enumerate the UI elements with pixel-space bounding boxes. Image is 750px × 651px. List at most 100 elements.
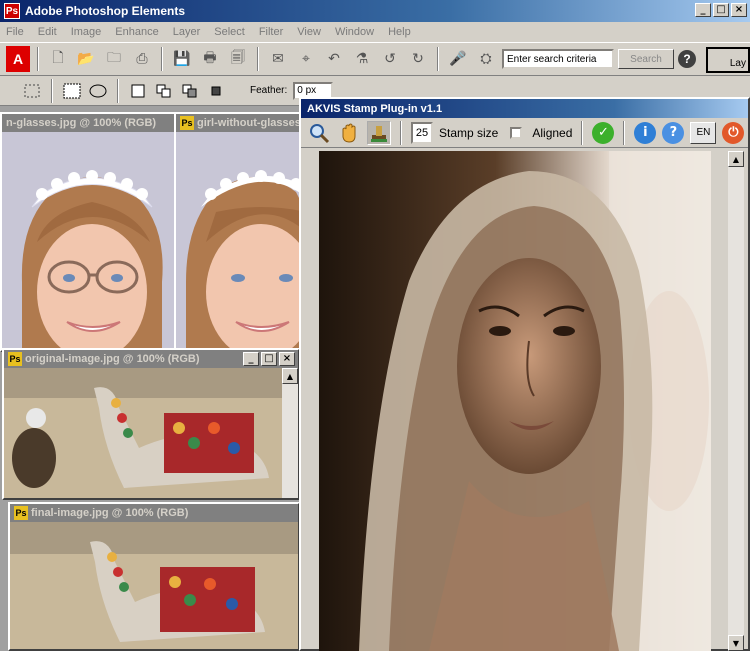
- photoshop-icon: Ps: [4, 3, 20, 19]
- document-canvas[interactable]: [2, 132, 174, 350]
- ellipse-marquee-icon[interactable]: [88, 81, 108, 101]
- layers-palette-tab[interactable]: Lay: [706, 47, 750, 73]
- document-title: n-glasses.jpg @ 100% (RGB): [6, 117, 157, 129]
- add-selection-icon[interactable]: [154, 81, 174, 101]
- menu-image[interactable]: Image: [71, 26, 102, 38]
- scroll-up-button[interactable]: ▲: [282, 368, 298, 384]
- plugin-image-canvas[interactable]: [319, 151, 711, 651]
- search-input[interactable]: [502, 49, 614, 69]
- document-window[interactable]: Ps girl-without-glasses: [174, 112, 304, 352]
- new-selection-icon[interactable]: [128, 81, 148, 101]
- akvis-plugin-window: AKVIS Stamp Plug-in v1.1 25 Stamp size A…: [299, 97, 750, 651]
- plugin-toolbar: 25 Stamp size Aligned ✓ i ? EN ⏻: [301, 118, 748, 148]
- menu-edit[interactable]: Edit: [38, 26, 57, 38]
- document-title-bar[interactable]: n-glasses.jpg @ 100% (RGB): [2, 114, 174, 132]
- marquee-tool-icon[interactable]: [22, 81, 42, 101]
- plugin-title-bar[interactable]: AKVIS Stamp Plug-in v1.1: [301, 99, 748, 118]
- aligned-label: Aligned: [532, 125, 573, 140]
- recipes-icon[interactable]: ⛭: [474, 47, 498, 71]
- minimize-button[interactable]: _: [243, 352, 259, 366]
- save-icon[interactable]: 💾: [170, 47, 194, 71]
- menu-file[interactable]: File: [6, 26, 24, 38]
- document-title-bar[interactable]: Ps girl-without-glasses: [176, 114, 302, 132]
- search-button[interactable]: Search: [618, 49, 674, 69]
- email-icon[interactable]: ✉: [266, 47, 290, 71]
- menu-help[interactable]: Help: [388, 26, 411, 38]
- stamp-size-field[interactable]: 25: [411, 121, 433, 144]
- menu-view[interactable]: View: [297, 26, 321, 38]
- document-canvas[interactable]: [10, 522, 298, 649]
- camel-final-photo: [10, 522, 298, 649]
- document-title: girl-without-glasses: [197, 117, 301, 129]
- intersect-selection-icon[interactable]: [206, 81, 226, 101]
- scroll-up-button[interactable]: ▲: [728, 151, 744, 167]
- toolbar-separator: [623, 120, 626, 145]
- window-controls: _ □ ×: [695, 3, 747, 17]
- step-backward-icon[interactable]: ↶: [322, 47, 346, 71]
- menu-filter[interactable]: Filter: [259, 26, 283, 38]
- help-icon[interactable]: ?: [662, 121, 685, 144]
- zoom-tool-icon[interactable]: [307, 121, 331, 145]
- undo-icon[interactable]: ↺: [378, 47, 402, 71]
- menu-bar: File Edit Image Enhance Layer Select Fil…: [0, 22, 750, 42]
- toolbar-separator: [437, 47, 439, 71]
- girl-no-glasses-photo: [176, 132, 302, 350]
- document-window[interactable]: Ps final-image.jpg @ 100% (RGB): [8, 502, 300, 651]
- rect-marquee-icon[interactable]: [62, 81, 82, 101]
- document-window[interactable]: Ps original-image.jpg @ 100% (RGB) _ □ ×: [2, 348, 300, 500]
- document-window[interactable]: n-glasses.jpg @ 100% (RGB): [0, 112, 176, 352]
- document-canvas[interactable]: [176, 132, 302, 350]
- document-title-bar[interactable]: Ps original-image.jpg @ 100% (RGB) _ □ ×: [4, 350, 298, 368]
- toolbar-separator: [161, 47, 163, 71]
- close-button[interactable]: ×: [279, 352, 295, 366]
- browse-icon[interactable]: 🗀: [102, 47, 126, 71]
- help-icon[interactable]: ?: [678, 50, 696, 68]
- web-photo-icon[interactable]: ⌖: [294, 47, 318, 71]
- maximize-button[interactable]: □: [261, 352, 277, 366]
- document-title-bar[interactable]: Ps final-image.jpg @ 100% (RGB): [10, 504, 298, 522]
- menu-select[interactable]: Select: [214, 26, 245, 38]
- document-title: original-image.jpg @ 100% (RGB): [25, 353, 200, 365]
- print-preview-icon[interactable]: 🗐: [226, 47, 250, 71]
- plugin-vertical-scrollbar[interactable]: ▲ ▼: [728, 151, 744, 651]
- camel-original-photo: [4, 368, 298, 498]
- open-file-icon[interactable]: 📂: [74, 47, 98, 71]
- toolbar-separator: [257, 47, 259, 71]
- info-icon[interactable]: i: [634, 121, 657, 144]
- app-title: Adobe Photoshop Elements: [25, 4, 186, 18]
- language-button[interactable]: EN: [690, 121, 717, 144]
- quick-fix-icon[interactable]: ⚗: [350, 47, 374, 71]
- vertical-scrollbar[interactable]: ▲: [282, 368, 298, 498]
- minimize-button[interactable]: _: [695, 3, 711, 17]
- document-canvas[interactable]: ▲: [4, 368, 298, 498]
- maximize-button[interactable]: □: [713, 3, 729, 17]
- adobe-logo[interactable]: A: [6, 46, 30, 72]
- new-file-icon[interactable]: 🗋: [46, 47, 70, 71]
- girl-glasses-photo: [2, 132, 174, 350]
- document-title: final-image.jpg @ 100% (RGB): [31, 507, 189, 519]
- menu-enhance[interactable]: Enhance: [115, 26, 158, 38]
- close-button[interactable]: ×: [731, 3, 747, 17]
- document-icon: Ps: [14, 506, 28, 520]
- aligned-checkbox[interactable]: [510, 126, 523, 139]
- hand-tool-icon[interactable]: [337, 121, 361, 145]
- subtract-selection-icon[interactable]: [180, 81, 200, 101]
- redo-icon[interactable]: ↻: [406, 47, 430, 71]
- scroll-down-button[interactable]: ▼: [728, 635, 744, 651]
- menu-window[interactable]: Window: [335, 26, 374, 38]
- main-toolbar: A 🗋 📂 🗀 ⎙ 💾 🖶 🗐 ✉ ⌖ ↶ ⚗ ↺ ↻ 🎤 ⛭ Search ?…: [0, 42, 750, 76]
- import-icon[interactable]: ⎙: [130, 47, 154, 71]
- power-icon[interactable]: ⏻: [722, 121, 745, 144]
- stamp-tool-icon[interactable]: [367, 120, 391, 145]
- stamp-size-label: Stamp size: [439, 125, 499, 140]
- toolbar-separator: [51, 78, 53, 103]
- feather-label: Feather:: [250, 85, 288, 96]
- document-icon: Ps: [8, 352, 22, 366]
- print-icon[interactable]: 🖶: [198, 47, 222, 71]
- apply-check-icon[interactable]: ✓: [592, 121, 615, 144]
- menu-layer[interactable]: Layer: [173, 26, 201, 38]
- toolbar-separator: [37, 47, 39, 71]
- toolbar-separator: [581, 120, 584, 145]
- hint-icon[interactable]: 🎤: [446, 47, 470, 71]
- plugin-title: AKVIS Stamp Plug-in v1.1: [307, 102, 443, 115]
